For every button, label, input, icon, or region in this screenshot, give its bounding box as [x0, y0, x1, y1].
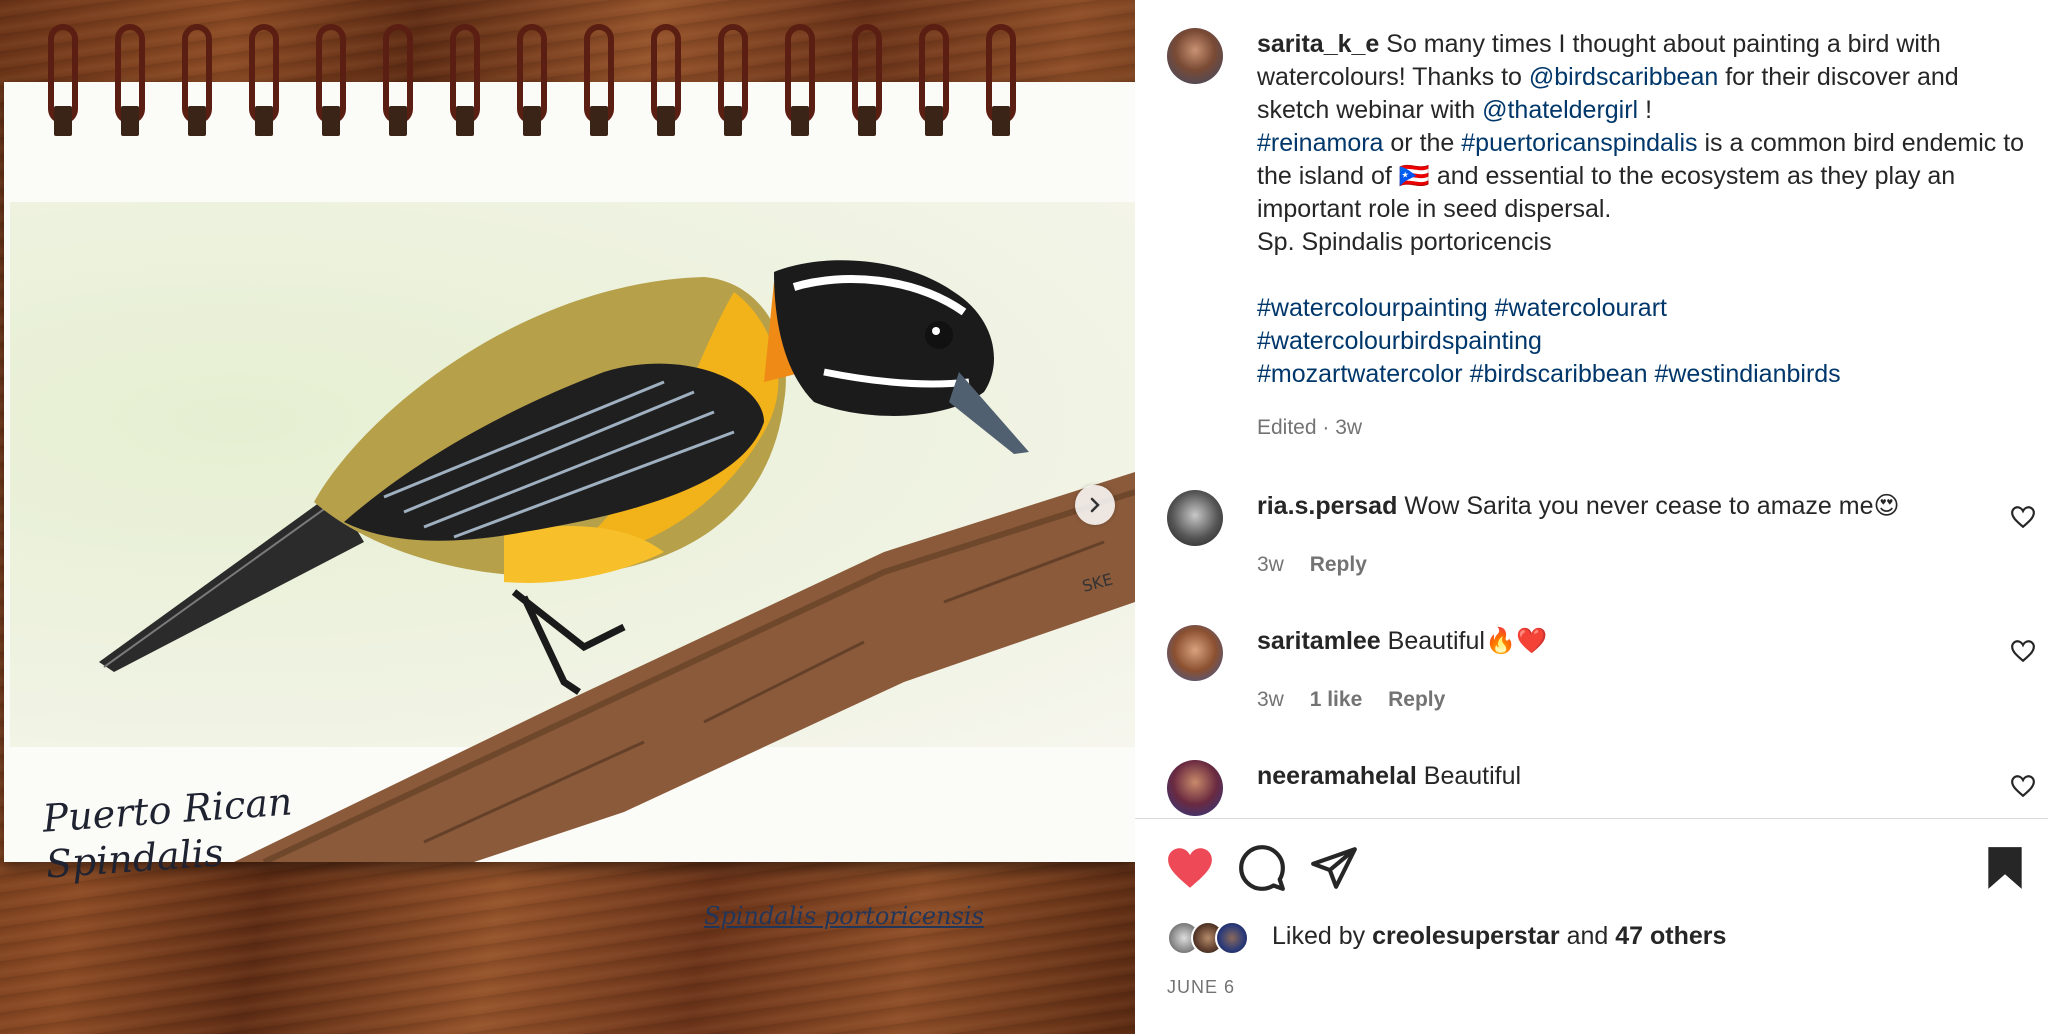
- comment-time: 3w: [1257, 688, 1284, 711]
- sketchbook-page: SKE Puerto Rican Spindalis Spindalis port…: [4, 82, 1135, 930]
- heart-filled-icon[interactable]: [1165, 843, 1215, 893]
- binding-hole: [657, 106, 675, 136]
- comment-text: Beautiful: [1423, 762, 1522, 790]
- post-media: SKE Puerto Rican Spindalis Spindalis port…: [0, 0, 1135, 1034]
- comment-text: Beautiful🔥❤️: [1387, 627, 1548, 655]
- reply-button[interactable]: Reply: [1310, 553, 1367, 576]
- edited-timestamp: Edited · 3w: [1257, 416, 1363, 439]
- liker-avatar[interactable]: [1215, 921, 1249, 955]
- post-caption: sarita_k_e So many times I thought about…: [1257, 28, 2027, 391]
- binding-hole: [590, 106, 608, 136]
- liked-by-middle: and: [1559, 922, 1616, 950]
- comment-text: Wow Sarita you never cease to amaze me😍: [1404, 492, 1900, 520]
- binding-hole: [992, 106, 1010, 136]
- comment-icon[interactable]: [1237, 843, 1287, 893]
- binding-hole: [724, 106, 742, 136]
- binding-hole: [858, 106, 876, 136]
- comment-avatar[interactable]: [1167, 490, 1223, 546]
- binding-hole: [925, 106, 943, 136]
- hashtag-link[interactable]: #mozartwatercolor: [1257, 360, 1463, 388]
- reply-button[interactable]: Reply: [1388, 688, 1445, 711]
- comment-clip: neeramahelal Beautiful: [1135, 740, 2048, 818]
- comment-username[interactable]: saritamlee: [1257, 627, 1381, 655]
- chevron-right-icon: [1090, 497, 1100, 513]
- comment: saritamlee Beautiful🔥❤️: [1257, 625, 1977, 658]
- caption-text: [1488, 294, 1495, 322]
- hashtag-link[interactable]: #birdscaribbean: [1470, 360, 1648, 388]
- post-details-panel: sarita_k_e So many times I thought about…: [1135, 0, 2048, 1034]
- caption-text: [1463, 360, 1470, 388]
- comment: ria.s.persad Wow Sarita you never cease …: [1257, 490, 1977, 523]
- caption-line: #watercolourbirdspainting: [1257, 325, 2027, 358]
- bookmark-filled-icon[interactable]: [1980, 843, 2030, 893]
- binding-hole: [255, 106, 273, 136]
- binding-hole: [456, 106, 474, 136]
- comment-username[interactable]: neeramahelal: [1257, 762, 1417, 790]
- hashtag-link[interactable]: #reinamora: [1257, 129, 1383, 157]
- binding-hole: [121, 106, 139, 136]
- mention-link[interactable]: @birdscaribbean: [1529, 63, 1718, 91]
- heart-outline-icon[interactable]: [2010, 638, 2036, 664]
- author-avatar[interactable]: [1167, 28, 1223, 84]
- binding-hole: [188, 106, 206, 136]
- hashtag-link[interactable]: #watercolourbirdspainting: [1257, 327, 1542, 355]
- comment-username[interactable]: ria.s.persad: [1257, 492, 1397, 520]
- binding-hole: [322, 106, 340, 136]
- mention-link[interactable]: @thateldergirl: [1482, 96, 1638, 124]
- hashtag-link[interactable]: #watercolourart: [1495, 294, 1667, 322]
- author-username[interactable]: sarita_k_e: [1257, 30, 1386, 58]
- hashtag-link[interactable]: #watercolourpainting: [1257, 294, 1488, 322]
- binding-hole: [389, 106, 407, 136]
- heart-outline-icon[interactable]: [2010, 504, 2036, 530]
- caption-line: #mozartwatercolor #birdscaribbean #westi…: [1257, 358, 2027, 391]
- caption-line: [1257, 259, 2027, 292]
- hashtag-link[interactable]: #puertoricanspindalis: [1461, 129, 1697, 157]
- liked-by-user[interactable]: creolesuperstar: [1372, 922, 1560, 950]
- caption-text: Sp. Spindalis portoricencis: [1257, 228, 1552, 256]
- caption-line: sarita_k_e So many times I thought about…: [1257, 28, 2027, 127]
- handwritten-common-name: Puerto Rican Spindalis: [41, 778, 297, 887]
- bird-painting: SKE: [99, 260, 1135, 862]
- liked-by-others[interactable]: 47 others: [1615, 922, 1726, 950]
- handwritten-scientific-name: Spindalis portoricensis: [704, 902, 984, 930]
- comment-avatar[interactable]: [1167, 760, 1223, 816]
- caption-line: #watercolourpainting #watercolourart: [1257, 292, 2027, 325]
- post-date: JUNE 6: [1167, 977, 1236, 997]
- caption-text: !: [1638, 96, 1653, 124]
- binding-hole: [54, 106, 72, 136]
- liked-by-summary: Liked by creolesuperstar and 47 others: [1272, 922, 1726, 951]
- comment-avatar[interactable]: [1167, 625, 1223, 681]
- comment: neeramahelal Beautiful: [1257, 760, 1977, 793]
- heart-outline-icon[interactable]: [2010, 773, 2036, 799]
- caption-text: or the: [1383, 129, 1462, 157]
- binding-hole: [791, 106, 809, 136]
- caption-line: #reinamora or the #puertoricanspindalis …: [1257, 127, 2027, 226]
- divider: [1135, 818, 2048, 819]
- caption-line: Sp. Spindalis portoricencis: [1257, 226, 2027, 259]
- hashtag-link[interactable]: #westindianbirds: [1654, 360, 1840, 388]
- comment-likes-button[interactable]: 1 like: [1310, 688, 1363, 711]
- comment-time: 3w: [1257, 553, 1284, 576]
- liked-by-prefix: Liked by: [1272, 922, 1373, 950]
- comment-meta: 3w Reply: [1257, 553, 1367, 577]
- binding-hole: [523, 106, 541, 136]
- next-image-button[interactable]: [1075, 485, 1115, 525]
- share-icon[interactable]: [1309, 843, 1359, 893]
- comment-meta: 3w 1 like Reply: [1257, 688, 1445, 712]
